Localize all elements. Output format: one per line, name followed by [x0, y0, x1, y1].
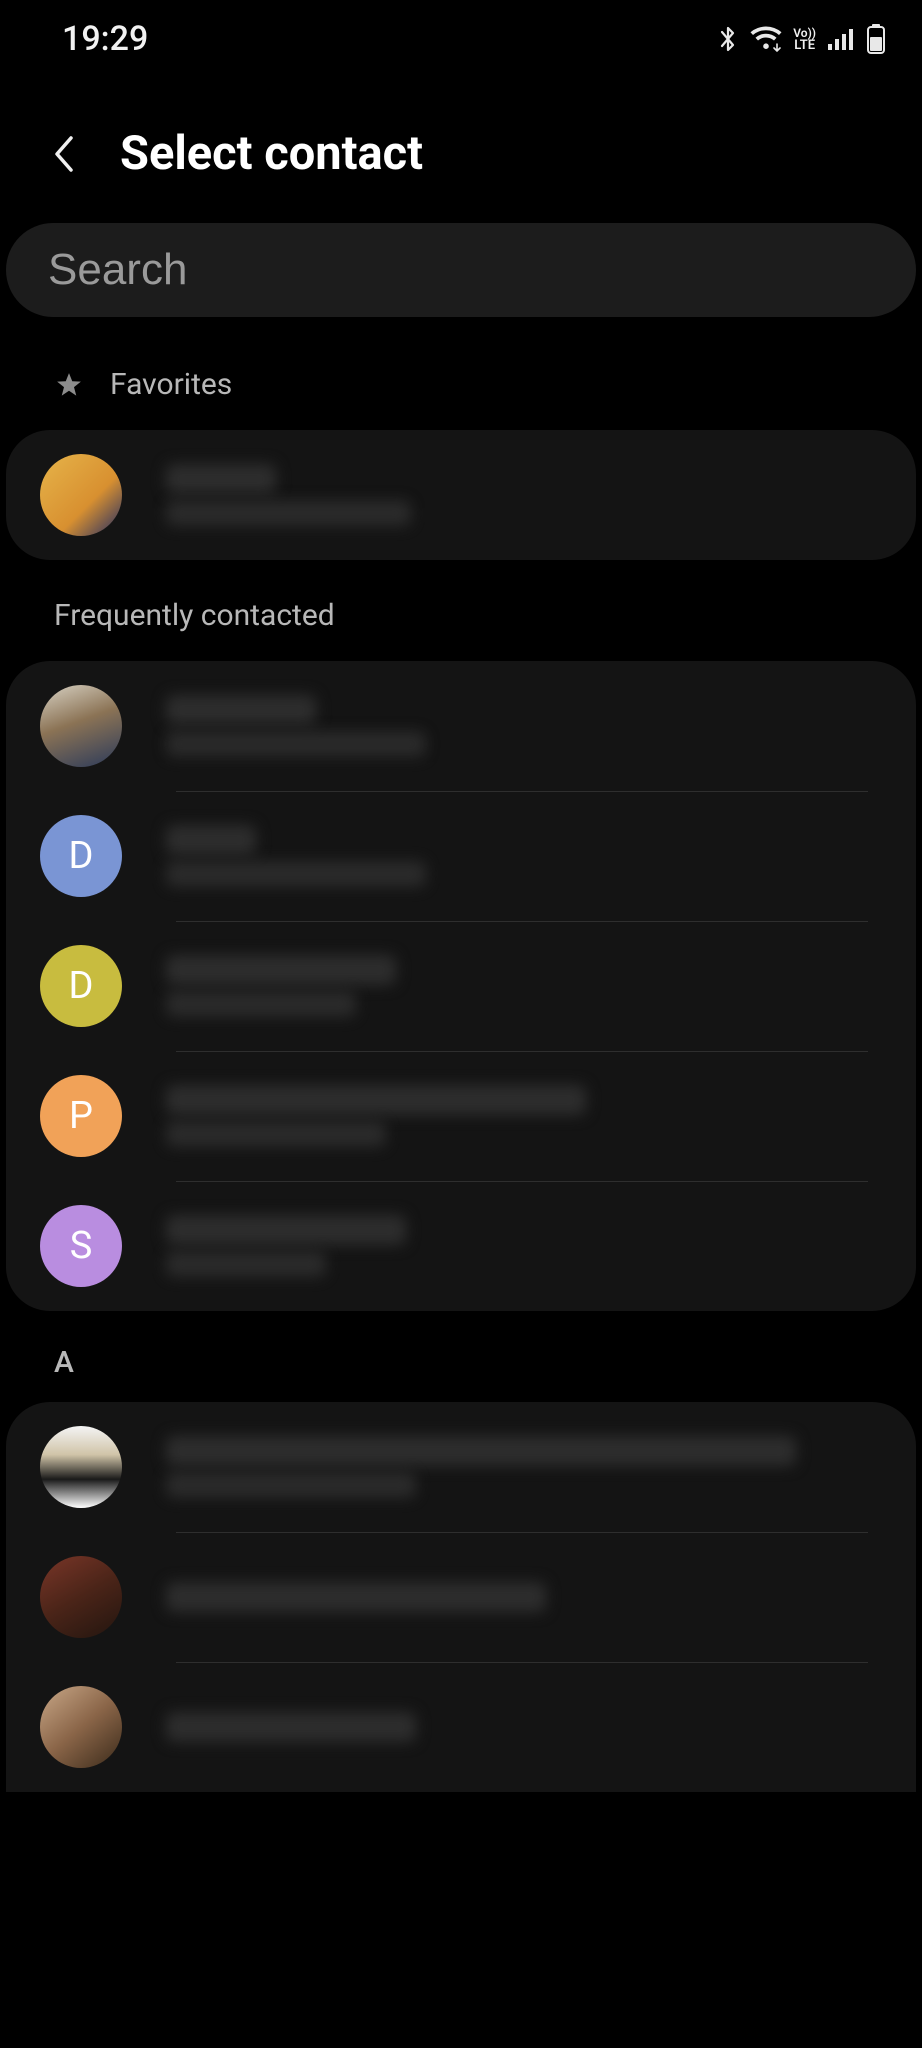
avatar: P	[40, 1075, 122, 1157]
avatar	[40, 1556, 122, 1638]
contact-name	[166, 695, 316, 725]
contact-text	[166, 825, 882, 887]
status-icons: Vo)) LTE	[717, 24, 886, 54]
contact-name	[166, 1436, 796, 1466]
chevron-left-icon	[49, 132, 79, 176]
search-container	[0, 223, 922, 353]
contact-name	[166, 1085, 586, 1115]
bluetooth-icon	[717, 24, 739, 54]
frequent-card: DDPS	[6, 661, 916, 1311]
contact-text	[166, 695, 882, 757]
avatar	[40, 1426, 122, 1508]
contact-name	[166, 1215, 406, 1245]
alpha-a-card	[6, 1402, 916, 1792]
contact-row[interactable]: D	[6, 921, 916, 1051]
contact-text	[166, 1712, 882, 1742]
frequent-label: Frequently contacted	[54, 598, 335, 633]
header: Select contact	[0, 78, 922, 223]
avatar	[40, 685, 122, 767]
avatar: D	[40, 945, 122, 1027]
contact-name	[166, 1712, 416, 1742]
contact-text	[166, 464, 882, 526]
contact-text	[166, 1085, 882, 1147]
back-button[interactable]	[42, 132, 86, 176]
contact-row[interactable]	[6, 661, 916, 791]
page-title: Select contact	[120, 126, 423, 181]
frequent-header: Frequently contacted	[0, 560, 922, 661]
contact-name	[166, 464, 276, 494]
contact-row[interactable]	[6, 1662, 916, 1792]
contact-subtitle	[166, 991, 356, 1017]
favorites-label: Favorites	[110, 367, 232, 402]
favorites-card	[6, 430, 916, 560]
contact-subtitle	[166, 500, 411, 526]
wifi-icon	[749, 26, 783, 52]
contact-text	[166, 1436, 882, 1498]
contact-subtitle	[166, 731, 426, 757]
contact-subtitle	[166, 1251, 326, 1277]
avatar	[40, 1686, 122, 1768]
favorites-header: Favorites	[0, 353, 922, 430]
avatar	[40, 454, 122, 536]
contact-row[interactable]	[6, 1402, 916, 1532]
contact-row[interactable]: S	[6, 1181, 916, 1311]
contact-name	[166, 825, 256, 855]
contact-name	[166, 955, 396, 985]
volte-icon: Vo)) LTE	[793, 27, 816, 52]
contact-subtitle	[166, 1121, 386, 1147]
alpha-a-label: A	[54, 1345, 74, 1380]
status-bar: 19:29 Vo)) LTE	[0, 0, 922, 78]
contact-row[interactable]	[6, 430, 916, 560]
alpha-header-a: A	[0, 1311, 922, 1402]
contact-text	[166, 1582, 882, 1612]
search-input[interactable]	[6, 223, 916, 317]
star-icon	[54, 370, 84, 400]
contact-row[interactable]: D	[6, 791, 916, 921]
contact-text	[166, 955, 882, 1017]
contact-name	[166, 1582, 546, 1612]
battery-icon	[866, 24, 886, 54]
signal-icon	[826, 26, 856, 52]
contact-subtitle	[166, 1472, 416, 1498]
avatar: S	[40, 1205, 122, 1287]
status-time: 19:29	[62, 19, 148, 59]
contact-text	[166, 1215, 882, 1277]
contact-row[interactable]	[6, 1532, 916, 1662]
contact-subtitle	[166, 861, 426, 887]
contact-row[interactable]: P	[6, 1051, 916, 1181]
avatar: D	[40, 815, 122, 897]
